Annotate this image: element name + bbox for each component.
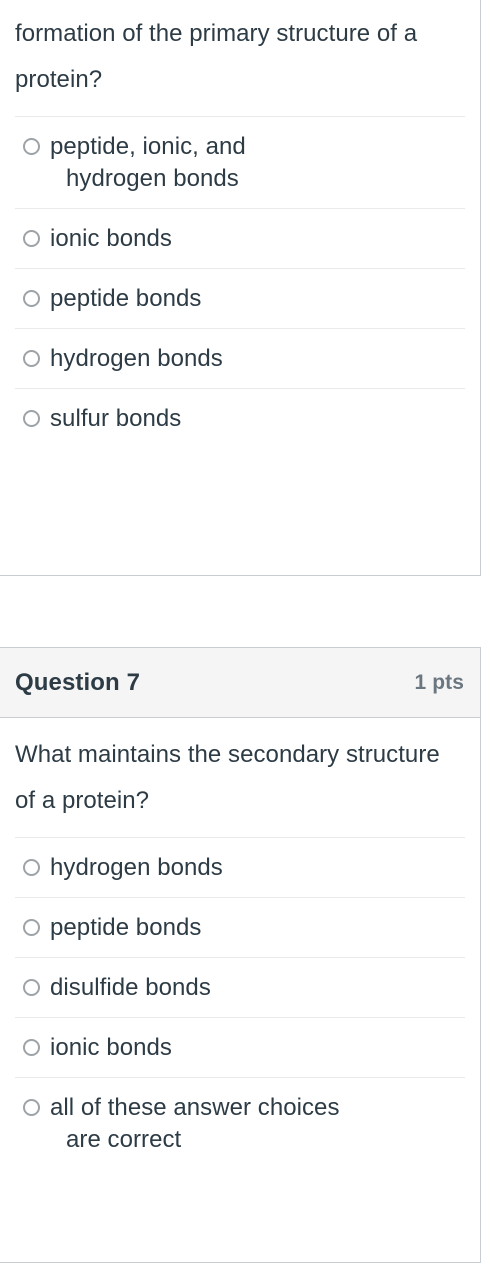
question-card-7: Question 7 1 pts What maintains the seco…	[0, 647, 481, 1263]
question-title-7: Question 7	[15, 668, 141, 696]
answer-option[interactable]: peptide bonds	[15, 269, 465, 329]
question-prompt-7: What maintains the secondary structure o…	[15, 741, 440, 814]
question-prompt-6: Which bonds are created during the forma…	[15, 0, 418, 93]
answer-label: hydrogen bonds	[50, 854, 223, 881]
answer-label-line2: are correct	[66, 1126, 182, 1153]
answer-option[interactable]: hydrogen bonds	[15, 838, 465, 898]
answer-list-6: peptide, ionic, and hydrogen bonds ionic…	[15, 116, 465, 448]
card-spacer	[15, 1169, 465, 1201]
answer-option[interactable]: ionic bonds	[15, 209, 465, 269]
radio-button-icon[interactable]	[23, 410, 40, 427]
answer-option[interactable]: disulfide bonds	[15, 958, 465, 1018]
radio-button-icon[interactable]	[23, 1099, 40, 1116]
radio-button-icon[interactable]	[23, 1039, 40, 1056]
answer-option[interactable]: sulfur bonds	[15, 389, 465, 448]
answer-label: ionic bonds	[50, 225, 172, 252]
answer-option[interactable]: ionic bonds	[15, 1018, 465, 1078]
answer-option[interactable]: peptide, ionic, and hydrogen bonds	[15, 117, 465, 209]
answer-option[interactable]: hydrogen bonds	[15, 329, 465, 389]
answer-label-line1: peptide, ionic, and	[50, 133, 246, 160]
answer-label-line2: hydrogen bonds	[66, 165, 239, 192]
answer-list-7: hydrogen bonds peptide bonds disulfide b…	[15, 837, 465, 1169]
radio-button-icon[interactable]	[23, 859, 40, 876]
answer-option[interactable]: all of these answer choices are correct	[15, 1078, 465, 1169]
answer-option[interactable]: peptide bonds	[15, 898, 465, 958]
question-header-7: Question 7 1 pts	[0, 648, 480, 718]
answer-label: ionic bonds	[50, 1034, 172, 1061]
answer-label: sulfur bonds	[50, 405, 182, 432]
radio-button-icon[interactable]	[23, 230, 40, 247]
answer-label: peptide bonds	[50, 914, 202, 941]
answer-label: hydrogen bonds	[50, 345, 223, 372]
quiz-page: Question 6 1 pts Which bonds are created…	[0, 0, 500, 1272]
radio-button-icon[interactable]	[23, 350, 40, 367]
radio-button-icon[interactable]	[23, 979, 40, 996]
answer-label-line1: all of these answer choices	[50, 1094, 340, 1121]
answer-label: peptide bonds	[50, 285, 202, 312]
question-points-7: 1 pts	[414, 670, 464, 694]
radio-button-icon[interactable]	[23, 919, 40, 936]
question-card-6: Question 6 1 pts Which bonds are created…	[0, 0, 481, 576]
radio-button-icon[interactable]	[23, 290, 40, 307]
card-spacer	[15, 448, 465, 480]
radio-button-icon[interactable]	[23, 138, 40, 155]
answer-label: disulfide bonds	[50, 974, 211, 1001]
answer-label: peptide, ionic, and hydrogen bonds	[50, 131, 246, 195]
answer-label: all of these answer choices are correct	[50, 1092, 340, 1156]
question-body-6: Which bonds are created during the forma…	[0, 0, 480, 480]
question-body-7: What maintains the secondary structure o…	[0, 718, 480, 1201]
